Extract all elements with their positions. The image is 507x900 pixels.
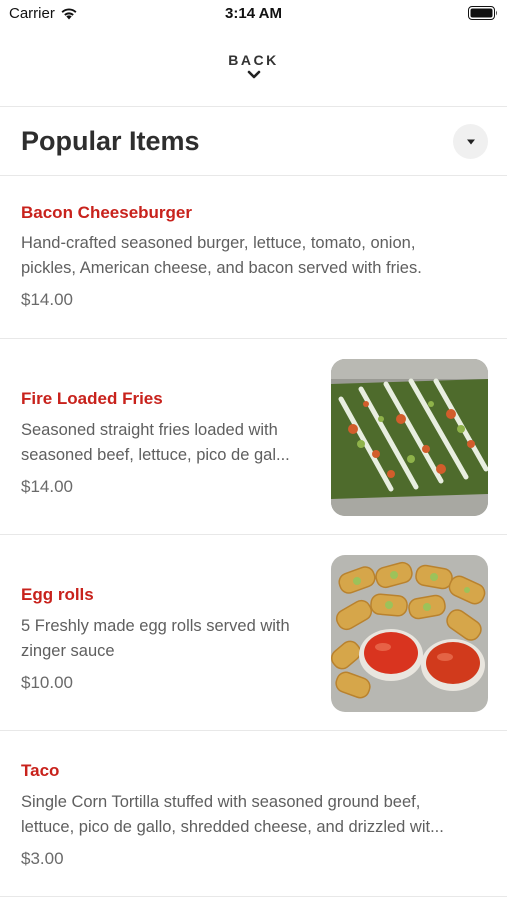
item-name: Fire Loaded Fries [21,389,163,408]
item-description-line: zinger sauce [21,642,115,660]
item-description: 5 Freshly made egg rolls served with zin… [21,614,316,664]
item-name: Bacon Cheeseburger [21,203,192,222]
item-price: $14.00 [21,290,73,309]
item-description: Hand-crafted seasoned burger, lettuce, t… [21,231,491,281]
item-price: $3.00 [21,849,64,868]
menu-item-bacon-cheeseburger[interactable]: Bacon Cheeseburger Hand-crafted seasoned… [0,176,507,338]
item-divider [0,896,507,897]
section-header: Popular Items [0,107,507,175]
collapse-section-button[interactable] [453,124,488,159]
section-title: Popular Items [21,126,200,156]
back-label: BACK [228,52,279,68]
item-price: $10.00 [21,673,73,692]
item-description-line: seasoned beef, lettuce, pico de gal... [21,446,290,464]
item-description-line: Single Corn Tortilla stuffed with season… [21,793,421,811]
item-description: Single Corn Tortilla stuffed with season… [21,790,501,840]
status-bar: Carrier 3:14 AM [0,0,507,30]
caret-down-icon [466,139,475,144]
menu-item-fire-loaded-fries[interactable]: Fire Loaded Fries Seasoned straight frie… [0,339,507,534]
menu-item-taco[interactable]: Taco Single Corn Tortilla stuffed with s… [0,731,507,896]
item-photo [331,555,488,712]
item-name: Taco [21,761,60,780]
menu-item-egg-rolls[interactable]: Egg rolls 5 Freshly made egg rolls serve… [0,535,507,730]
item-description-line: lettuce, pico de gallo, shredded cheese,… [21,818,444,836]
item-name: Egg rolls [21,585,94,604]
egg-rolls-image [331,555,488,712]
item-price: $14.00 [21,477,73,496]
item-description: Seasoned straight fries loaded with seas… [21,418,316,468]
item-description-line: 5 Freshly made egg rolls served with [21,617,290,635]
item-description-line: pickles, American cheese, and bacon serv… [21,259,422,277]
chevron-down-icon [247,70,260,79]
item-photo [331,359,488,516]
item-description-line: Hand-crafted seasoned burger, lettuce, t… [21,234,416,252]
back-button[interactable]: BACK [0,44,507,106]
clock: 3:14 AM [225,5,282,22]
battery-icon [468,6,497,20]
item-description-line: Seasoned straight fries loaded with [21,421,278,439]
loaded-fries-image [331,359,488,516]
